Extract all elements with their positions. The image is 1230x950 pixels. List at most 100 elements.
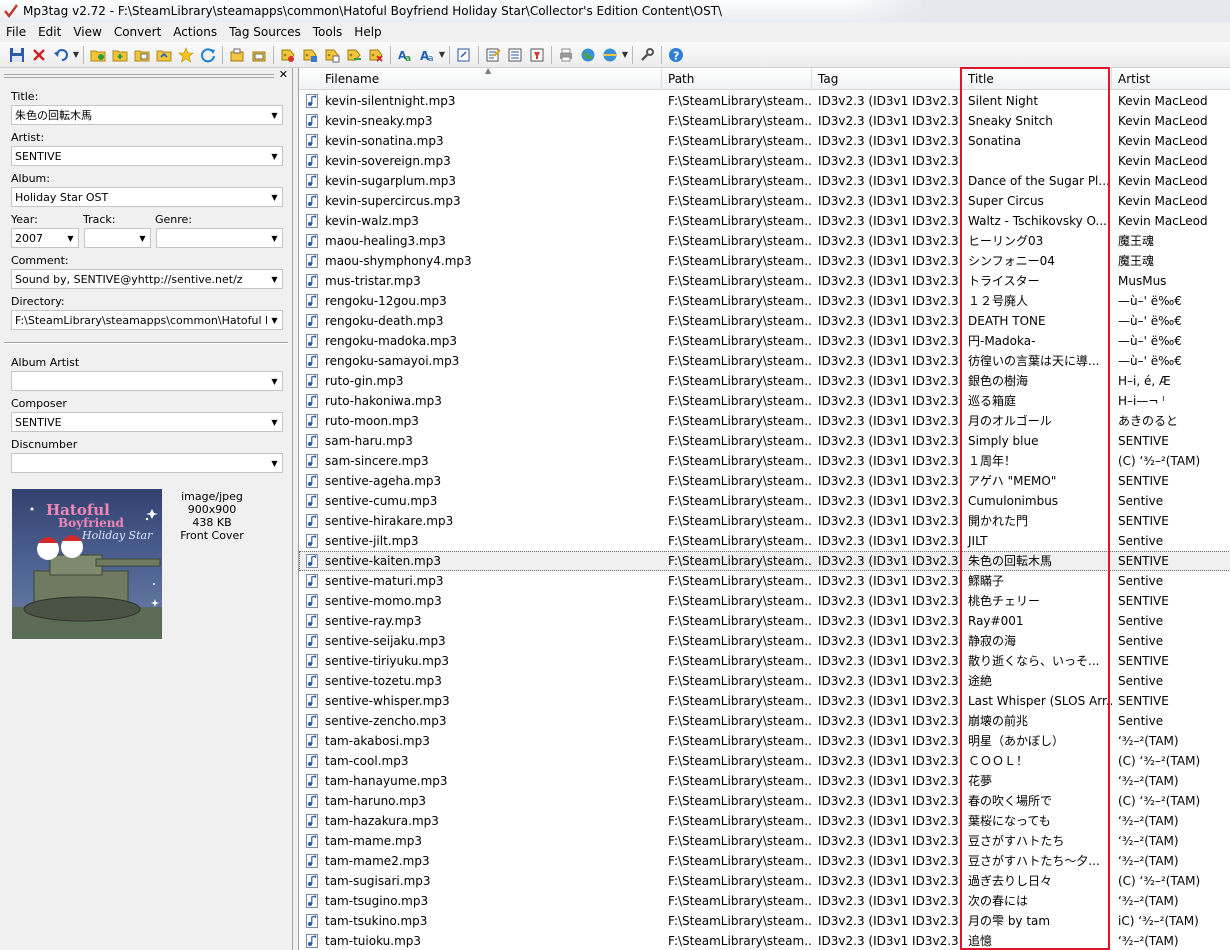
chevron-down-icon[interactable]: ▼ — [267, 188, 282, 206]
table-row[interactable]: sam-haru.mp3 F:\SteamLibrary\steam... ID3v… — [299, 431, 1230, 451]
table-row[interactable]: tam-tuioku.mp3 F:\SteamLibrary\steam... ID… — [299, 931, 1230, 950]
table-row[interactable]: tam-hazakura.mp3 F:\SteamLibrary\steam...… — [299, 811, 1230, 831]
chevron-down-icon[interactable]: ▼ — [63, 229, 78, 247]
table-row[interactable]: kevin-silentnight.mp3 F:\SteamLibrary\ste… — [299, 91, 1230, 111]
web-source-dropdown-icon[interactable]: ▼ — [621, 44, 629, 66]
chevron-down-icon[interactable]: ▼ — [267, 106, 282, 124]
favorite-icon[interactable] — [175, 44, 197, 66]
title-field[interactable]: 朱色の回転木馬 ▼ — [11, 105, 283, 125]
menu-file[interactable]: File — [0, 25, 32, 39]
paste-tag-icon[interactable] — [248, 44, 270, 66]
chevron-down-icon[interactable]: ▼ — [267, 372, 282, 390]
table-row[interactable]: tam-tsugino.mp3 F:\SteamLibrary\steam... I… — [299, 891, 1230, 911]
column-header-artist[interactable]: Artist — [1112, 68, 1230, 90]
album-artist-field[interactable]: ▼ — [11, 371, 283, 391]
year-field[interactable]: 2007 ▼ — [11, 228, 79, 248]
close-icon[interactable]: ✕ — [279, 68, 288, 81]
save-icon[interactable] — [6, 44, 28, 66]
genre-field[interactable]: ▼ — [156, 228, 283, 248]
table-row[interactable]: kevin-sugarplum.mp3 F:\SteamLibrary\steam… — [299, 171, 1230, 191]
table-row[interactable]: sam-sincere.mp3 F:\SteamLibrary\steam... I… — [299, 451, 1230, 471]
table-row[interactable]: rengoku-12gou.mp3 F:\SteamLibrary\steam..… — [299, 291, 1230, 311]
table-row[interactable]: sentive-whisper.mp3 F:\SteamLibrary\steam… — [299, 691, 1230, 711]
change-directory-icon[interactable] — [109, 44, 131, 66]
composer-field[interactable]: SENTIVE ▼ — [11, 412, 283, 432]
column-header-path[interactable]: Path — [662, 68, 812, 90]
comment-field[interactable]: Sound by, SENTIVE@yhttp://sentive.net/z … — [11, 269, 283, 289]
table-row[interactable]: sentive-ray.mp3 F:\SteamLibrary\steam... I… — [299, 611, 1230, 631]
menu-tag-sources[interactable]: Tag Sources — [223, 25, 307, 39]
menu-actions[interactable]: Actions — [167, 25, 223, 39]
column-header-filename[interactable]: Filename — [319, 68, 662, 90]
filter-icon[interactable] — [526, 44, 548, 66]
table-row[interactable]: rengoku-death.mp3 F:\SteamLibrary\steam..… — [299, 311, 1230, 331]
playlist-icon[interactable] — [504, 44, 526, 66]
menu-view[interactable]: View — [67, 25, 107, 39]
chevron-down-icon[interactable]: ▼ — [267, 147, 282, 165]
options-icon[interactable] — [636, 44, 658, 66]
table-row[interactable]: sentive-seijaku.mp3 F:\SteamLibrary\steam… — [299, 631, 1230, 651]
freedb-icon[interactable] — [599, 44, 621, 66]
actions-icon[interactable]: Aa — [394, 44, 416, 66]
menu-help[interactable]: Help — [348, 25, 387, 39]
table-row[interactable]: tam-cool.mp3 F:\SteamLibrary\steam... ID3v… — [299, 751, 1230, 771]
menu-edit[interactable]: Edit — [32, 25, 67, 39]
directory-field[interactable]: F:\SteamLibrary\steamapps\common\Hatoful… — [11, 310, 283, 330]
column-header-tag[interactable]: Tag — [812, 68, 962, 90]
cover-art-image[interactable]: Hatoful Boyfriend Holiday Star — [12, 489, 162, 639]
table-row[interactable]: tam-hanayume.mp3 F:\SteamLibrary\steam...… — [299, 771, 1230, 791]
table-row[interactable]: sentive-ageha.mp3 F:\SteamLibrary\steam..… — [299, 471, 1230, 491]
add-directory-icon[interactable] — [87, 44, 109, 66]
table-row[interactable]: sentive-maturi.mp3 F:\SteamLibrary\steam.… — [299, 571, 1230, 591]
filename-to-tag-icon[interactable] — [299, 44, 321, 66]
album-field[interactable]: Holiday Star OST ▼ — [11, 187, 283, 207]
copy-tag-icon[interactable] — [226, 44, 248, 66]
chevron-down-icon[interactable]: ▼ — [135, 229, 150, 247]
menu-tools[interactable]: Tools — [307, 25, 349, 39]
add-folder-icon[interactable] — [153, 44, 175, 66]
table-row[interactable]: sentive-hirakare.mp3 F:\SteamLibrary\stea… — [299, 511, 1230, 531]
web-source-icon[interactable] — [577, 44, 599, 66]
chevron-down-icon[interactable]: ▼ — [267, 229, 282, 247]
table-row[interactable]: tam-mame2.mp3 F:\SteamLibrary\steam... ID3… — [299, 851, 1230, 871]
table-row[interactable]: sentive-tiriyuku.mp3 F:\SteamLibrary\stea… — [299, 651, 1230, 671]
table-row-selected[interactable]: sentive-kaiten.mp3 F:\SteamLibrary\steam.… — [299, 551, 1230, 571]
undo-dropdown-icon[interactable]: ▼ — [72, 44, 80, 66]
table-row[interactable]: maou-healing3.mp3 F:\SteamLibrary\steam..… — [299, 231, 1230, 251]
table-row[interactable]: tam-akabosi.mp3 F:\SteamLibrary\steam... I… — [299, 731, 1230, 751]
auto-numbering-icon[interactable] — [365, 44, 387, 66]
table-row[interactable]: tam-mame.mp3 F:\SteamLibrary\steam... ID3v… — [299, 831, 1230, 851]
table-row[interactable]: rengoku-samayoi.mp3 F:\SteamLibrary\steam… — [299, 351, 1230, 371]
column-header-title[interactable]: Title — [962, 68, 1112, 90]
chevron-down-icon[interactable]: ▼ — [267, 454, 282, 472]
text-to-tag-icon[interactable] — [321, 44, 343, 66]
table-row[interactable]: sentive-zencho.mp3 F:\SteamLibrary\steam.… — [299, 711, 1230, 731]
table-row[interactable]: sentive-jilt.mp3 F:\SteamLibrary\steam...… — [299, 531, 1230, 551]
extended-tags-icon[interactable] — [453, 44, 475, 66]
table-row[interactable]: rengoku-madoka.mp3 F:\SteamLibrary\steam.… — [299, 331, 1230, 351]
remove-tag-icon[interactable] — [28, 44, 50, 66]
chevron-down-icon[interactable]: ▼ — [267, 311, 282, 329]
discnumber-field[interactable]: ▼ — [11, 453, 283, 473]
table-row[interactable]: maou-shymphony4.mp3 F:\SteamLibrary\steam… — [299, 251, 1230, 271]
table-row[interactable]: kevin-supercircus.mp3 F:\SteamLibrary\ste… — [299, 191, 1230, 211]
refresh-icon[interactable] — [197, 44, 219, 66]
undo-icon[interactable] — [50, 44, 72, 66]
chevron-down-icon[interactable]: ▼ — [267, 413, 282, 431]
table-row[interactable]: kevin-sonatina.mp3 F:\SteamLibrary\steam.… — [299, 131, 1230, 151]
table-row[interactable]: mus-tristar.mp3 F:\SteamLibrary\steam... I… — [299, 271, 1230, 291]
table-row[interactable]: sentive-cumu.mp3 F:\SteamLibrary\steam...… — [299, 491, 1230, 511]
case-conversion-icon[interactable]: Aa — [416, 44, 438, 66]
tag-to-filename-icon[interactable] — [277, 44, 299, 66]
help-icon[interactable]: ? — [665, 44, 687, 66]
table-row[interactable]: kevin-sovereign.mp3 F:\SteamLibrary\steam… — [299, 151, 1230, 171]
table-row[interactable]: tam-tsukino.mp3 F:\SteamLibrary\steam... I… — [299, 911, 1230, 931]
track-field[interactable]: ▼ — [84, 228, 151, 248]
table-row[interactable]: tam-haruno.mp3 F:\SteamLibrary\steam... ID… — [299, 791, 1230, 811]
table-row[interactable]: kevin-walz.mp3 F:\SteamLibrary\steam... ID… — [299, 211, 1230, 231]
add-files-icon[interactable] — [131, 44, 153, 66]
print-icon[interactable] — [555, 44, 577, 66]
menu-convert[interactable]: Convert — [108, 25, 167, 39]
table-row[interactable]: sentive-tozetu.mp3 F:\SteamLibrary\steam.… — [299, 671, 1230, 691]
table-row[interactable]: ruto-gin.mp3 F:\SteamLibrary\steam... ID3v… — [299, 371, 1230, 391]
